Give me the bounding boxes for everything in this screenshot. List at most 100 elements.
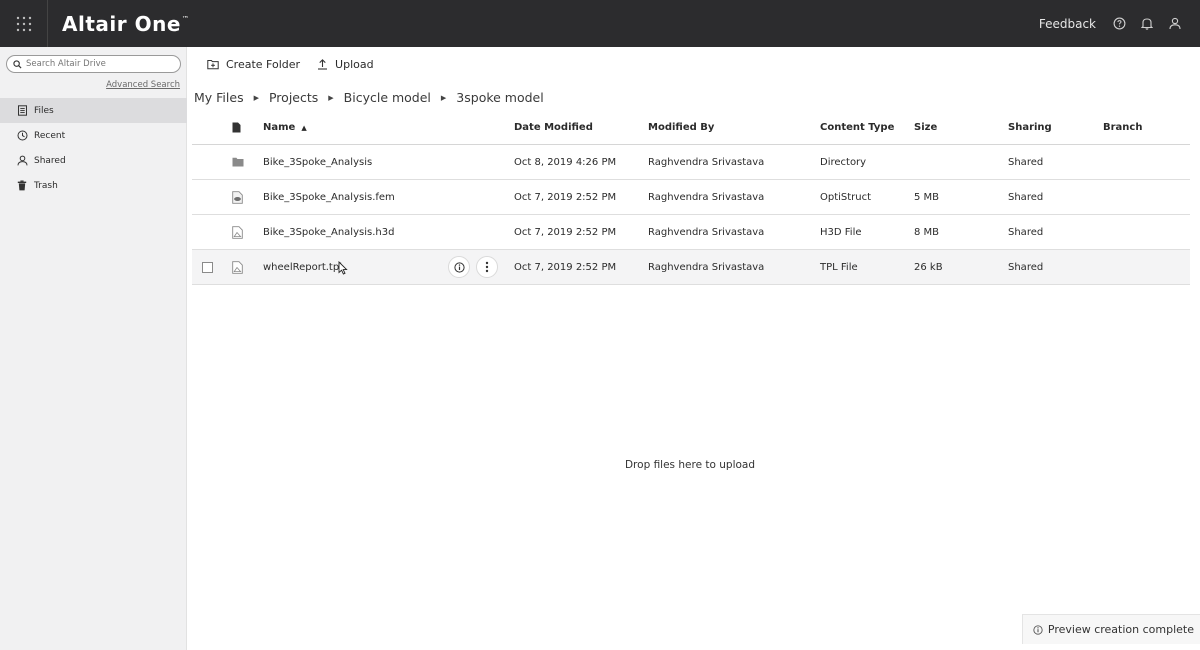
sort-ascending-icon: ▲: [301, 123, 307, 132]
generic-file-icon: [232, 215, 246, 249]
sidebar-item-label: Recent: [34, 130, 66, 141]
create-folder-button[interactable]: Create Folder: [207, 58, 300, 71]
upload-button[interactable]: Upload: [316, 58, 374, 71]
checkbox-box[interactable]: [202, 261, 213, 273]
more-options-button[interactable]: [476, 256, 498, 278]
folder-icon: [232, 145, 246, 179]
column-header-size[interactable]: Size: [914, 111, 937, 144]
notifications-button[interactable]: [1140, 17, 1154, 31]
brand-logo[interactable]: Altair One™: [62, 12, 189, 36]
file-name[interactable]: Bike_3Spoke_Analysis.fem: [263, 180, 503, 214]
column-header-branch[interactable]: Branch: [1103, 111, 1142, 144]
table-row[interactable]: Bike_3Spoke_Analysis.fem Oct 7, 2019 2:5…: [192, 180, 1190, 215]
apps-grid-button[interactable]: [0, 0, 48, 47]
sidebar-item-files[interactable]: Files: [0, 98, 187, 123]
column-header-modified-by[interactable]: Modified By: [648, 111, 714, 144]
date-modified: Oct 7, 2019 2:52 PM: [514, 226, 617, 238]
column-header-content-type[interactable]: Content Type: [820, 111, 894, 144]
breadcrumb-item-projects[interactable]: Projects: [269, 90, 318, 105]
apps-grid-icon: [16, 16, 31, 31]
modified-by: Raghvendra Srivastava: [648, 191, 765, 203]
content-type: TPL File: [820, 261, 858, 273]
table-header: Name ▲ Date Modified Modified By Content…: [192, 111, 1190, 145]
row-actions: [448, 250, 498, 284]
toast-message: Preview creation complete: [1047, 623, 1194, 636]
search-input[interactable]: [26, 59, 176, 69]
create-folder-label: Create Folder: [226, 58, 301, 71]
breadcrumb: My Files ▶ Projects ▶ Bicycle model ▶ 3s…: [194, 90, 544, 105]
sidebar-item-label: Trash: [34, 180, 58, 191]
sharing-status: Shared: [1008, 226, 1044, 238]
toolbar: Create Folder Upload: [207, 58, 374, 71]
column-header-name[interactable]: Name ▲: [263, 111, 503, 144]
more-vertical-icon: [485, 261, 489, 273]
search-box[interactable]: [6, 55, 181, 73]
help-icon: [1113, 17, 1125, 30]
person-icon: [16, 155, 28, 167]
search-icon: [13, 59, 22, 69]
info-icon: [453, 261, 465, 273]
user-icon: [1169, 17, 1181, 30]
altair-drive-app: Altair One™ Feedback Search Altair Drive…: [0, 0, 1200, 650]
table-row[interactable]: Bike_3Spoke_Analysis.h3d Oct 7, 2019 2:5…: [192, 215, 1190, 250]
clock-icon: [16, 130, 28, 142]
sidebar-nav: Files Recent Shared Trash: [0, 98, 187, 198]
info-icon: [1033, 624, 1044, 635]
file-table: Name ▲ Date Modified Modified By Content…: [192, 111, 1190, 285]
breadcrumb-item-my-files[interactable]: My Files: [194, 90, 244, 105]
date-modified: Oct 7, 2019 2:52 PM: [514, 261, 617, 273]
file-name[interactable]: Bike_3Spoke_Analysis.h3d: [263, 215, 503, 249]
file-type-column-icon: [232, 111, 246, 144]
breadcrumb-item-current: 3spoke model: [456, 90, 544, 105]
bell-icon: [1141, 18, 1153, 30]
header-actions: Feedback: [1039, 0, 1182, 47]
brand-name: Altair One: [62, 11, 181, 36]
sidebar-item-label: Files: [34, 105, 54, 116]
info-button[interactable]: [448, 256, 470, 278]
breadcrumb-separator-icon: ▶: [328, 93, 334, 102]
fem-file-icon: [232, 180, 246, 214]
feedback-link[interactable]: Feedback: [1039, 17, 1096, 31]
drop-zone-text[interactable]: Drop files here to upload: [188, 459, 1192, 471]
sidebar: Advanced Search Files: [0, 47, 187, 650]
column-header-sharing[interactable]: Sharing: [1008, 111, 1052, 144]
modified-by: Raghvendra Srivastava: [648, 261, 765, 273]
modified-by: Raghvendra Srivastava: [648, 226, 765, 238]
modified-by: Raghvendra Srivastava: [648, 156, 765, 168]
breadcrumb-item-bicycle-model[interactable]: Bicycle model: [344, 90, 431, 105]
upload-icon: [316, 59, 328, 71]
file-name[interactable]: Bike_3Spoke_Analysis: [263, 145, 503, 179]
files-icon: [16, 105, 28, 117]
content-type: Directory: [820, 156, 867, 168]
account-button[interactable]: [1168, 17, 1182, 31]
column-header-date-modified[interactable]: Date Modified: [514, 111, 593, 144]
sharing-status: Shared: [1008, 156, 1044, 168]
advanced-search-link[interactable]: Advanced Search: [106, 80, 180, 90]
breadcrumb-separator-icon: ▶: [253, 93, 259, 102]
table-row[interactable]: Bike_3Spoke_Analysis Oct 8, 2019 4:26 PM…: [192, 145, 1190, 180]
trash-icon: [16, 180, 28, 192]
sidebar-item-label: Shared: [34, 155, 66, 166]
sidebar-item-shared[interactable]: Shared: [0, 148, 187, 173]
file-size: 26 kB: [914, 261, 943, 273]
sidebar-item-trash[interactable]: Trash: [0, 173, 187, 198]
sharing-status: Shared: [1008, 191, 1044, 203]
date-modified: Oct 7, 2019 2:52 PM: [514, 191, 617, 203]
help-button[interactable]: [1112, 17, 1126, 31]
file-size: 5 MB: [914, 191, 940, 203]
trademark-symbol: ™: [181, 14, 190, 23]
content-type: H3D File: [820, 226, 862, 238]
file-size: 8 MB: [914, 226, 940, 238]
folder-plus-icon: [207, 59, 219, 71]
column-header-label: Name: [263, 122, 296, 133]
main-content: Create Folder Upload My Files ▶ Projects…: [188, 47, 1200, 650]
content-type: OptiStruct: [820, 191, 872, 203]
upload-label: Upload: [335, 58, 374, 71]
breadcrumb-separator-icon: ▶: [440, 93, 447, 102]
status-toast: Preview creation complete: [1021, 614, 1200, 644]
row-checkbox[interactable]: [202, 250, 216, 284]
top-bar: Altair One™ Feedback: [0, 0, 1200, 47]
date-modified: Oct 8, 2019 4:26 PM: [514, 156, 617, 168]
generic-file-icon: [232, 250, 246, 284]
sidebar-item-recent[interactable]: Recent: [0, 123, 187, 148]
